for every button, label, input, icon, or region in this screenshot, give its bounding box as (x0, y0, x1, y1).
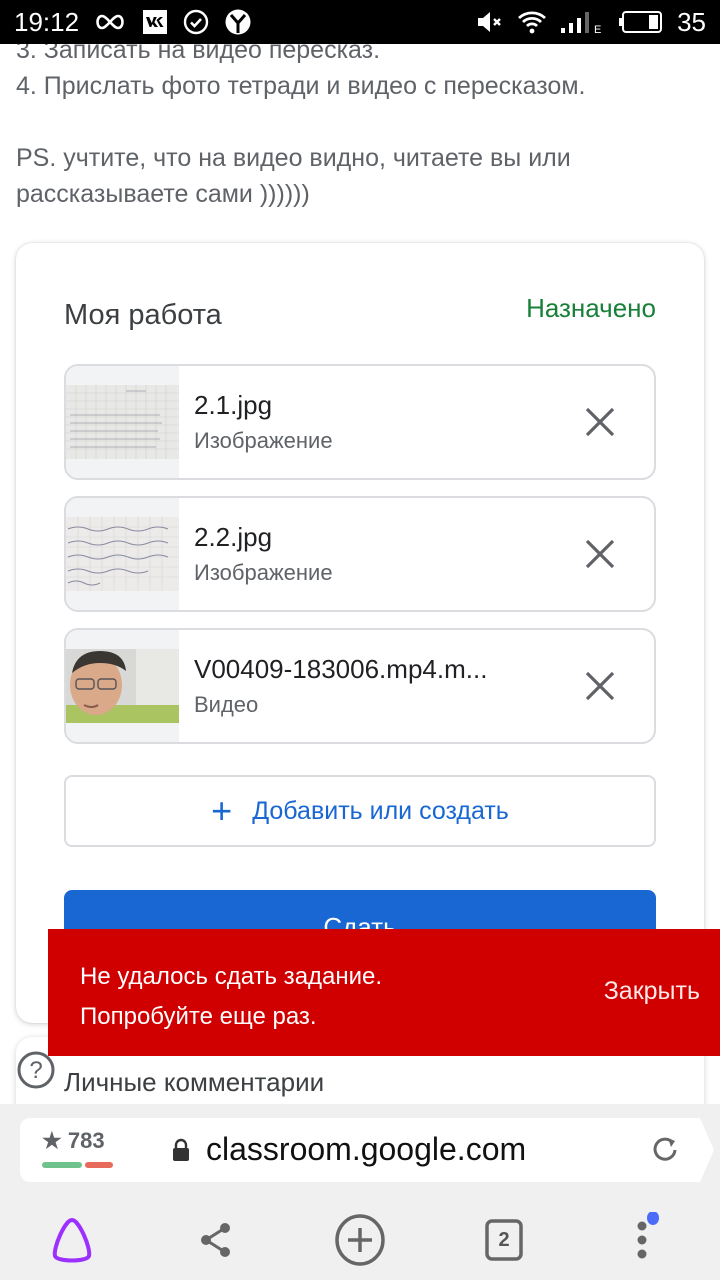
wifi-icon (517, 10, 547, 34)
star-icon: ★ (42, 1128, 62, 1153)
attachment-name: V00409-183006.mp4.m... (194, 654, 488, 684)
handwriting-photo (66, 517, 179, 591)
bottom-navigation: 2 (0, 1194, 720, 1280)
check-circle-icon (183, 9, 209, 35)
video-frame-boy (66, 649, 179, 723)
help-icon[interactable]: ? (16, 1050, 56, 1090)
remove-attachment-icon[interactable] (582, 668, 618, 704)
plus-icon: + (211, 790, 233, 831)
svg-text:?: ? (29, 1057, 42, 1084)
instruction-line-4: 4. Прислать фото тетради и видео с перес… (16, 72, 586, 100)
instruction-line-3: 3. Записать на видео пересказ. (16, 44, 381, 64)
rating-bar (42, 1162, 114, 1168)
status-time: 19:12 (14, 6, 80, 37)
signal-icon: E (561, 10, 605, 34)
site-rating[interactable]: ★ 783 (42, 1128, 105, 1154)
notification-dot (647, 1212, 659, 1225)
status-bar: 19:12 E 35 (0, 0, 720, 44)
attachment-type: Изображение (194, 560, 333, 585)
battery-percent: 35 (677, 6, 706, 37)
remove-attachment-icon[interactable] (582, 404, 618, 440)
vk-icon (143, 10, 168, 34)
yandex-icon (225, 9, 251, 35)
battery-icon (619, 10, 663, 34)
attachment-type: Видео (194, 692, 259, 717)
tab-count: 2 (498, 1228, 510, 1251)
attachment-name: 2.1.jpg (194, 390, 273, 420)
mute-icon (477, 11, 503, 33)
attachment-type: Изображение (194, 428, 333, 453)
alice-assistant-button[interactable] (44, 1212, 100, 1268)
snackbar-message-line-2: Попробуйте еще раз. (80, 1003, 317, 1030)
plus-circle-icon (335, 1214, 385, 1266)
snackbar-close-button[interactable]: Закрыть (604, 977, 700, 1006)
attachment-thumbnail (66, 366, 179, 478)
attachment-item[interactable]: 2.1.jpg Изображение (64, 364, 656, 480)
rating-value: 783 (67, 1128, 105, 1153)
error-snackbar: Не удалось сдать задание. Попробуйте еще… (48, 929, 720, 1056)
attachment-item[interactable]: 2.2.jpg Изображение (64, 496, 656, 612)
tabs-button[interactable]: 2 (476, 1212, 532, 1268)
snackbar-message: Не удалось сдать задание. Попробуйте еще… (80, 957, 382, 1037)
add-or-create-button[interactable]: + Добавить или создать (64, 775, 656, 847)
attachment-name: 2.2.jpg (194, 522, 273, 552)
menu-button[interactable] (620, 1212, 676, 1268)
share-icon (201, 1223, 230, 1257)
address-bar[interactable]: ★ 783 classroom.google.com (20, 1118, 714, 1182)
network-type: E (594, 24, 601, 34)
alice-icon (52, 1217, 92, 1263)
private-comments-title: Личные комментарии (64, 1067, 325, 1097)
snackbar-message-line-1: Не удалось сдать задание. (80, 963, 383, 990)
attachment-item[interactable]: V00409-183006.mp4.m... Видео (64, 628, 656, 744)
share-button[interactable] (188, 1212, 244, 1268)
my-work-title: Моя работа (64, 299, 222, 331)
add-or-create-label: Добавить или создать (252, 796, 509, 825)
lock-icon (173, 1138, 189, 1161)
new-tab-button[interactable] (332, 1212, 388, 1268)
remove-attachment-icon[interactable] (582, 536, 618, 572)
more-vertical-icon (637, 1212, 659, 1259)
assignment-status: Назначено (526, 293, 656, 323)
instruction-ps: PS. учтите, что на видео видно, читаете … (16, 144, 571, 208)
my-work-card: Моя работа Назначено 2.1.jpg Изображение (16, 243, 704, 1023)
attachment-thumbnail (66, 498, 179, 610)
reload-icon[interactable] (650, 1134, 682, 1166)
url-text[interactable]: classroom.google.com (206, 1131, 526, 1168)
notebook-page-photo (66, 385, 179, 459)
browser-toolbar: ★ 783 classroom.google.com 2 (0, 1104, 720, 1280)
infinity-icon (93, 12, 127, 32)
attachment-thumbnail (66, 630, 179, 742)
